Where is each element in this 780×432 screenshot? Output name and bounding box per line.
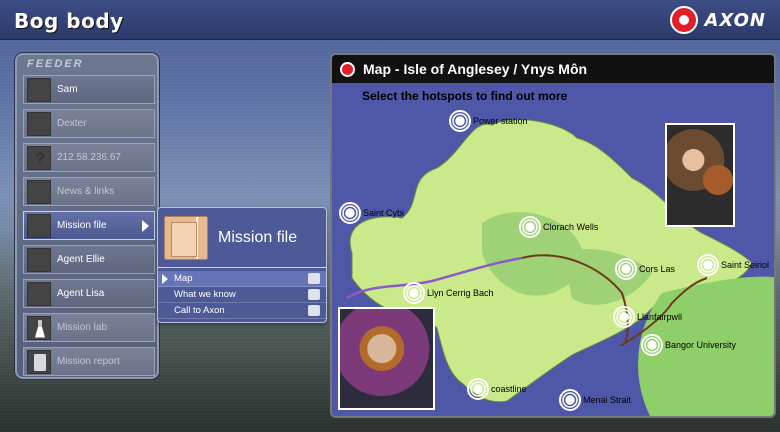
axon-logo-icon xyxy=(670,6,699,34)
axon-logo-icon xyxy=(340,61,355,77)
mission-file-list: Map What we know Call to Axon xyxy=(158,268,326,319)
hotspot-label: Llanfairpwll xyxy=(637,312,682,322)
menu-item-map[interactable]: Map xyxy=(158,271,326,287)
feeder-item-label: Agent Lisa xyxy=(57,288,105,299)
clipboard-icon xyxy=(27,349,51,374)
flask-icon xyxy=(27,315,51,340)
top-bar: Bog body AXON xyxy=(0,0,780,40)
app-title: Bog body xyxy=(14,9,124,33)
menu-item-what-we-know[interactable]: What we know xyxy=(158,287,326,303)
feeder-item-label: Dexter xyxy=(57,118,87,129)
feeder-item-dexter[interactable]: Dexter xyxy=(23,109,155,138)
hotspot-label: Saint Seiriol xyxy=(721,260,769,270)
hotspot-ring xyxy=(647,340,657,350)
play-icon xyxy=(162,274,168,284)
hotspot-label: Bangor University xyxy=(665,340,737,350)
hotspot-ring xyxy=(409,288,419,298)
feeder-item-agent-lisa[interactable]: Agent Lisa xyxy=(23,279,155,308)
feeder-item-label: Sam xyxy=(57,84,78,95)
hotspot-ring xyxy=(455,116,465,126)
feeder-item-mission-file[interactable]: Mission file xyxy=(23,211,155,240)
feeder-item-ip[interactable]: 212.58.236.67 xyxy=(23,143,155,172)
feeder-title: FEEDER xyxy=(27,58,84,70)
avatar-lisa xyxy=(27,281,51,306)
feeder-item-label: Mission report xyxy=(57,356,120,367)
mission-file-title: Mission file xyxy=(218,228,298,246)
feeder-item-mission-lab[interactable]: Mission lab xyxy=(23,313,155,342)
news-icon xyxy=(27,179,51,204)
feeder-item-sam[interactable]: Sam xyxy=(23,75,155,104)
feeder-item-agent-ellie[interactable]: Agent Ellie xyxy=(23,245,155,274)
compass-icon xyxy=(308,273,320,284)
brand: AXON xyxy=(670,6,766,34)
hotspot-label: coastline xyxy=(491,384,527,394)
folder-icon xyxy=(164,215,208,260)
menu-item-label: What we know xyxy=(174,289,236,300)
feeder-item-label: Mission lab xyxy=(57,322,108,333)
question-icon xyxy=(27,145,51,170)
app-root: Bog body AXON FEEDER Sam Dexter 212.58.2… xyxy=(0,0,780,432)
feeder-item-mission-report[interactable]: Mission report xyxy=(23,347,155,376)
brand-name: AXON xyxy=(704,9,766,31)
mission-file-header: Mission file xyxy=(158,208,326,268)
map-panel: Map - Isle of Anglesey / Ynys Môn Power … xyxy=(330,53,776,418)
map-instruction: Select the hotspots to find out more xyxy=(362,89,568,103)
monk-portrait-photo xyxy=(665,123,735,227)
mission-file-menu: Mission file Map What we know Call to Ax… xyxy=(157,207,327,323)
document-icon xyxy=(308,289,320,300)
hotspot-label: Menai Strait xyxy=(583,395,632,405)
hotspot-ring xyxy=(619,312,629,322)
map-titlebar: Map - Isle of Anglesey / Ynys Môn xyxy=(332,55,774,83)
map-title: Map - Isle of Anglesey / Ynys Môn xyxy=(363,61,588,77)
hotspot-label: Saint Cybi xyxy=(363,208,404,218)
hotspot-ring xyxy=(703,260,713,270)
hotspot-ring xyxy=(473,384,483,394)
feeder-item-label: Agent Ellie xyxy=(57,254,105,265)
arrow-right-icon xyxy=(142,220,149,232)
hotspot-label: Llyn Cerrig Bach xyxy=(427,288,494,298)
feeder-item-label: Mission file xyxy=(57,220,107,231)
hotspot-ring xyxy=(345,208,355,218)
feeder-item-news[interactable]: News & links xyxy=(23,177,155,206)
hotspot-ring xyxy=(621,264,631,274)
folder-icon xyxy=(27,213,51,238)
hotspot-label: Power station xyxy=(473,116,528,126)
hotspot-label: Clorach Wells xyxy=(543,222,599,232)
hotspot-ring xyxy=(565,395,575,405)
hotspot-label: Cors Las xyxy=(639,264,676,274)
feeder-item-label: 212.58.236.67 xyxy=(57,152,121,163)
feeder-item-label: News & links xyxy=(57,186,115,197)
phone-icon xyxy=(308,305,320,316)
saint-stained-glass-photo xyxy=(338,307,435,410)
feeder-panel: FEEDER Sam Dexter 212.58.236.67 News & l… xyxy=(15,53,159,379)
menu-item-label: Map xyxy=(174,273,193,284)
hotspot-menai-strait[interactable]: Menai Strait xyxy=(559,389,632,411)
hotspot-ring xyxy=(525,222,535,232)
avatar-ellie xyxy=(27,247,51,272)
map-area: Power station Saint Cybi Clorach Wells Cors… xyxy=(332,83,774,416)
avatar-sam xyxy=(27,77,51,102)
menu-item-call-to-axon[interactable]: Call to Axon xyxy=(158,303,326,319)
menu-item-label: Call to Axon xyxy=(174,305,225,316)
avatar-dexter xyxy=(27,111,51,136)
